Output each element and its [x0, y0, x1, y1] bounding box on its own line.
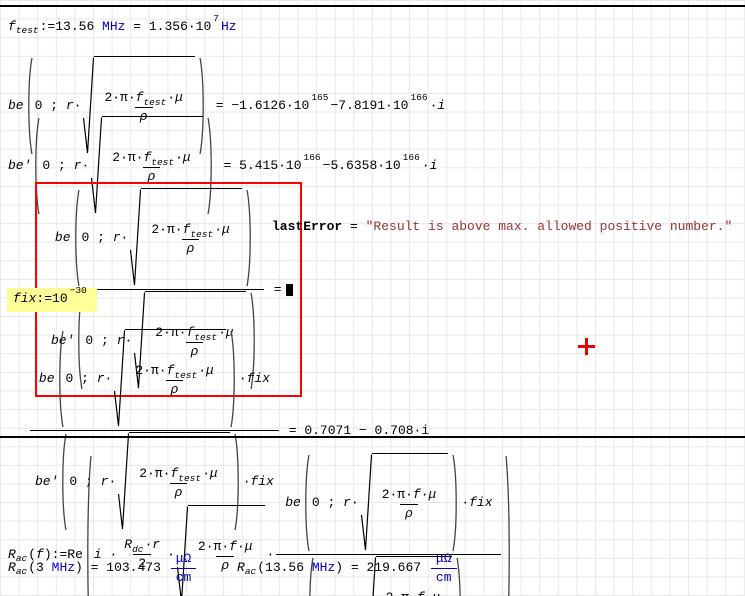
expr-rac-1356mhz[interactable]: Rac(13.56 MHz) = 219.667 μΩcm: [237, 550, 459, 586]
result-placeholder: [286, 284, 293, 296]
expr-rac-3mhz[interactable]: Rac(3 MHz) = 103.473 μΩcm: [8, 550, 198, 586]
radical-icon: [130, 188, 141, 288]
last-error-output[interactable]: lastError = "Result is above max. allowe…: [272, 219, 732, 235]
paren-close-icon: [452, 453, 459, 553]
be-call: be 0 ; r· 2·π·ftest·μρ ·fix: [34, 328, 275, 430]
paren-close-icon: [505, 452, 512, 596]
page-rule-top: [0, 5, 745, 7]
sqrt: 2·π·ftest·μρ: [114, 329, 225, 429]
assign-operator: :=: [40, 19, 56, 35]
unit-fraction: μΩcm: [171, 550, 197, 586]
unit-fraction: μΩcm: [431, 550, 457, 586]
worksheet-canvas[interactable]: ftest:=13.56 MHz = 1.356·107Hz be 0 ; r·…: [0, 0, 745, 596]
paren-open-icon: [303, 453, 310, 553]
radical-icon: [114, 329, 125, 429]
paren-open-icon: [57, 329, 64, 429]
page-rule-separator: [0, 436, 745, 438]
paren-close-icon: [246, 188, 253, 288]
error-message: "Result is above max. allowed positive n…: [366, 219, 733, 235]
be-call: be 0 ; r· 2·π·f·μρ ·fix: [280, 452, 497, 554]
paren-close-icon: [230, 329, 237, 429]
unit-hz: Hz: [221, 19, 237, 35]
assign-operator: :=: [36, 291, 52, 307]
unit-mhz: MHz: [52, 560, 75, 576]
insert-cursor-icon: [578, 338, 595, 355]
var-ftest: f: [8, 19, 16, 35]
radical-icon: [361, 453, 372, 553]
unit-mhz: MHz: [102, 19, 125, 35]
unit-mhz: MHz: [312, 560, 335, 576]
be-call: be 0 ; r· 2·π·ftest·μρ: [50, 187, 260, 289]
expr-fix-definition[interactable]: fix:=10−30: [7, 288, 97, 312]
paren-open-icon: [73, 188, 80, 288]
yellow-highlight: fix:=10−30: [7, 288, 97, 312]
sqrt: 2·π·ftest·μρ: [130, 188, 241, 288]
sqrt: 2·π·f·μρ: [361, 453, 449, 553]
expr-ftest-definition[interactable]: ftest:=13.56 MHz = 1.356·107Hz: [8, 19, 237, 35]
